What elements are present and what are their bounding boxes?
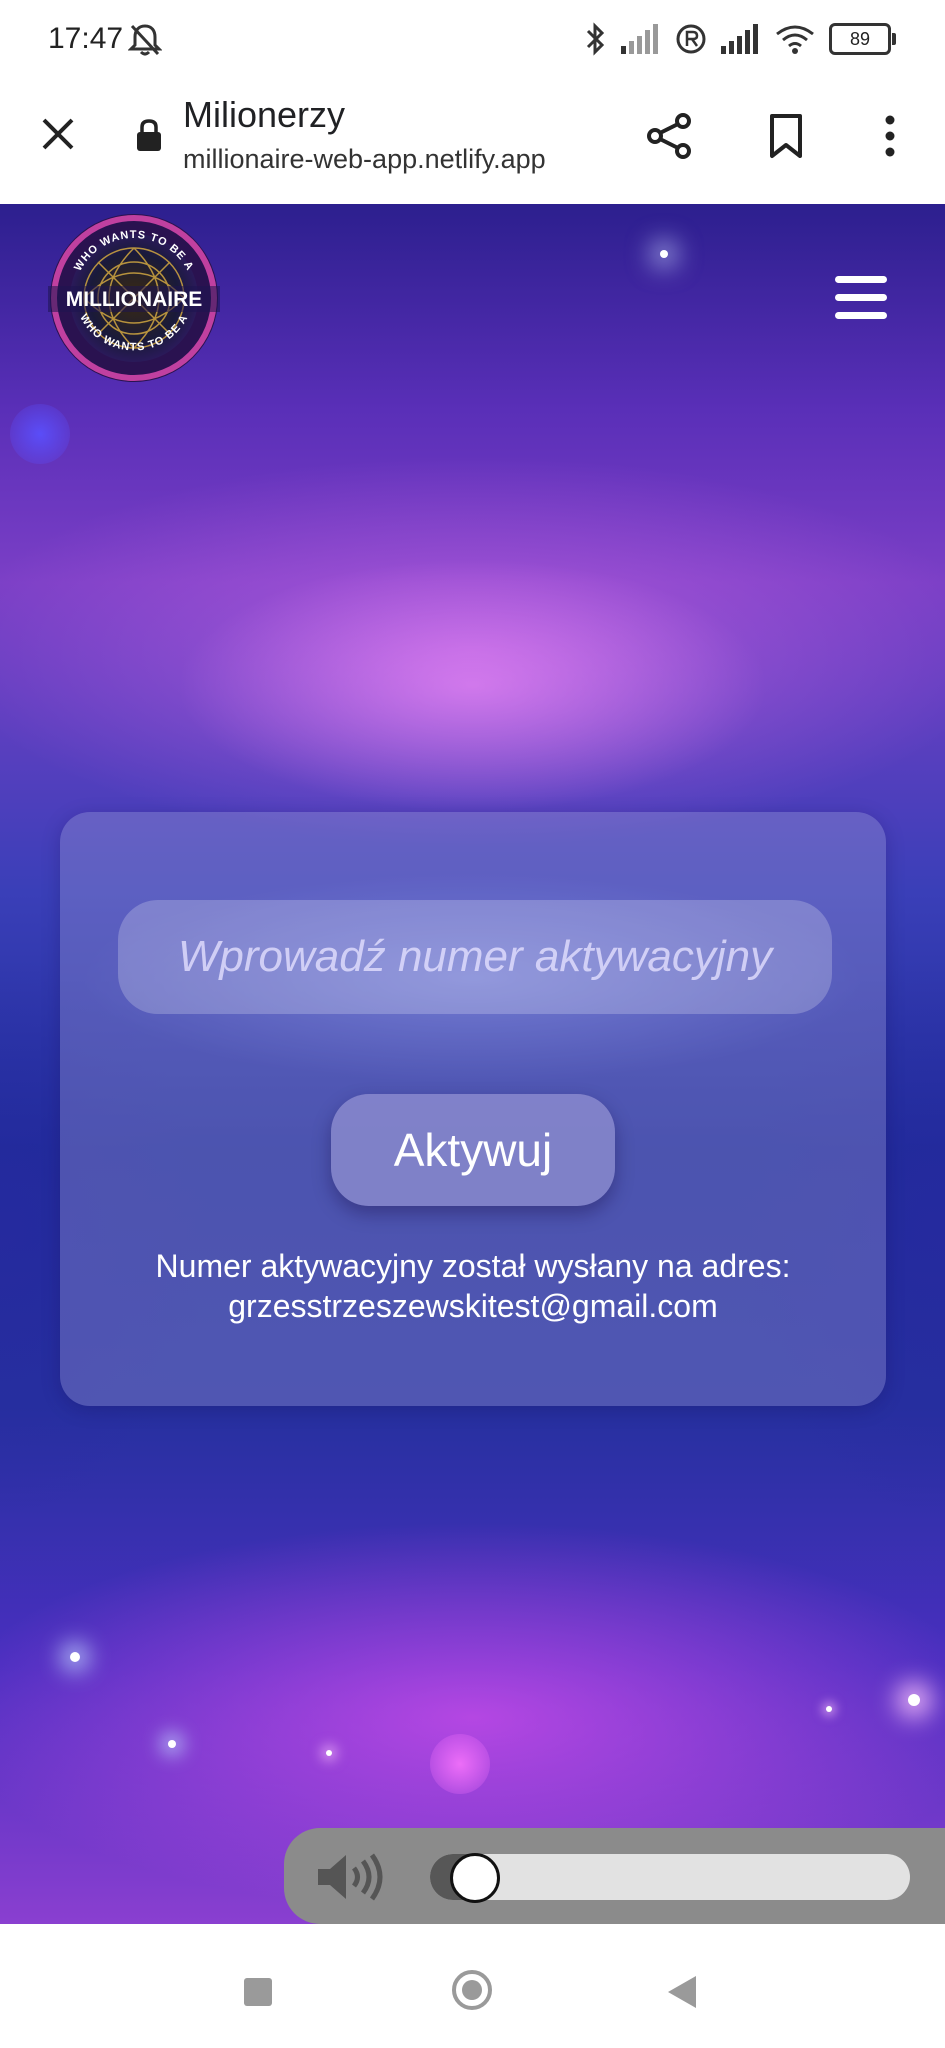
star-decoration	[168, 1740, 176, 1748]
star-decoration	[326, 1750, 332, 1756]
activate-button[interactable]: Aktywuj	[331, 1094, 615, 1206]
back-button[interactable]	[668, 1976, 696, 2008]
more-vert-icon[interactable]	[872, 112, 908, 160]
activation-code-input[interactable]	[118, 900, 832, 1014]
roaming-icon	[676, 24, 706, 54]
wifi-icon	[776, 25, 814, 54]
audio-control	[284, 1828, 945, 1924]
bluetooth-icon	[586, 22, 605, 56]
volume-slider[interactable]	[430, 1853, 910, 1903]
activation-info-email: grzesstrzeszewskitest@gmail.com	[228, 1288, 718, 1324]
page-title: Milionerzy	[183, 94, 346, 135]
volume-slider-thumb[interactable]	[450, 1853, 501, 1903]
activation-card: Aktywuj Numer aktywacyjny został wysłany…	[60, 812, 886, 1406]
star-decoration	[70, 1652, 80, 1662]
close-icon[interactable]	[38, 114, 78, 154]
star-decoration	[908, 1694, 920, 1706]
speaker-volume-icon[interactable]	[316, 1852, 392, 1902]
hamburger-menu-icon[interactable]	[835, 276, 887, 320]
star-decoration	[826, 1706, 832, 1712]
signal-full-icon	[721, 24, 758, 54]
star-decoration	[660, 250, 668, 258]
signal-weak-icon	[621, 24, 658, 54]
browser-toolbar: Milionerzy millionaire-web-app.netlify.a…	[0, 84, 945, 205]
glow-decoration	[10, 404, 70, 464]
page-url[interactable]: millionaire-web-app.netlify.app	[183, 144, 546, 175]
status-time: 17:47	[48, 22, 124, 55]
battery-icon: 89	[829, 23, 896, 55]
status-bar: 17:47 89	[0, 0, 945, 84]
bell-muted-icon	[128, 24, 162, 56]
recent-apps-button[interactable]	[244, 1978, 272, 2006]
glow-decoration	[430, 1734, 490, 1794]
logo-main-text: MILLIONAIRE	[66, 288, 203, 311]
bookmark-icon[interactable]	[764, 112, 808, 160]
activation-info-line1: Numer aktywacyjny został wysłany na adre…	[155, 1248, 791, 1284]
activation-info: Numer aktywacyjny został wysłany na adre…	[60, 1246, 886, 1326]
lock-icon	[137, 119, 161, 151]
home-button[interactable]	[452, 1970, 492, 2010]
page-content: WHO WANTS TO BE A MILLIONAIRE WHO WANTS …	[0, 204, 945, 1924]
millionaire-logo: WHO WANTS TO BE A MILLIONAIRE WHO WANTS …	[48, 214, 220, 382]
share-icon[interactable]	[645, 112, 693, 160]
